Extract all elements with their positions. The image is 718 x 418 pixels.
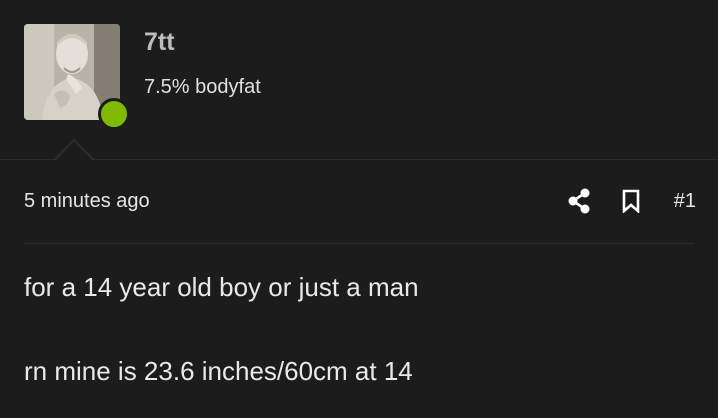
bookmark-button[interactable] — [620, 186, 642, 216]
share-icon — [568, 188, 590, 214]
divider-pointer-fill — [56, 141, 92, 160]
post-text-line: rn mine is 23.6 inches/60cm at 14 — [24, 356, 413, 386]
meta-divider — [24, 243, 694, 244]
post-meta-bar: 5 minutes ago #1 — [0, 160, 718, 244]
post-author-block: 7tt 7.5% bodyfat — [0, 0, 718, 160]
post-body: for a 14 year old boy or just a man rn m… — [24, 270, 694, 388]
forum-post: 7tt 7.5% bodyfat 5 minutes ago #1 for a … — [0, 0, 718, 418]
post-actions: #1 — [566, 186, 696, 216]
post-number-link[interactable]: #1 — [674, 190, 696, 213]
post-text-line: for a 14 year old boy or just a man — [24, 272, 419, 302]
share-button[interactable] — [566, 186, 592, 216]
post-timestamp[interactable]: 5 minutes ago — [24, 190, 150, 213]
avatar-container[interactable] — [24, 24, 130, 130]
user-title: 7.5% bodyfat — [144, 76, 261, 98]
online-status-dot — [98, 98, 130, 130]
bookmark-icon — [622, 189, 640, 213]
username-link[interactable]: 7tt — [144, 28, 175, 57]
